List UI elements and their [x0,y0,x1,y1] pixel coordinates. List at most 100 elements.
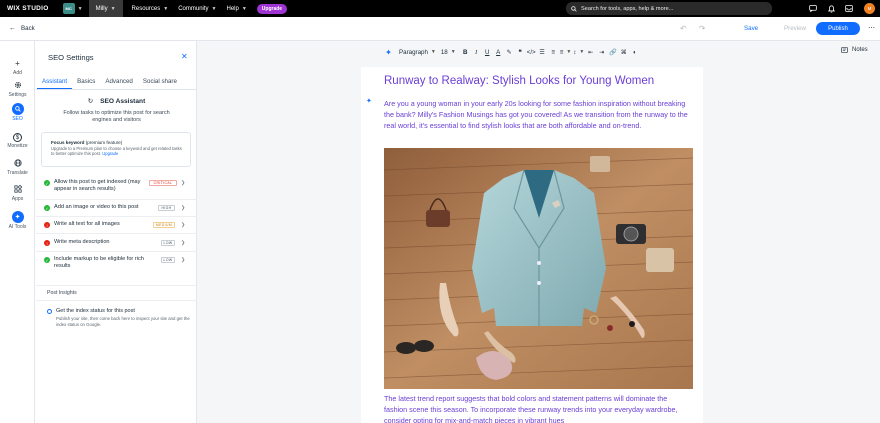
italic-icon[interactable]: I [471,47,482,57]
notes-button[interactable]: Notes [841,47,868,53]
rail-item-label: Monetize [7,143,28,149]
workspace-switcher[interactable]: MC ▼ [57,3,89,14]
upgrade-link[interactable]: Upgrade [102,151,118,156]
line-spacing-icon[interactable]: ↕ ▼ [572,47,585,57]
chevron-right-icon: ❯ [181,240,186,246]
chevron-right-icon: ❯ [181,205,186,211]
quote-icon[interactable]: ❝ [515,47,526,57]
upgrade-button[interactable]: Upgrade [256,3,288,14]
menu-community[interactable]: Community ▼ [173,6,221,12]
chat-icon[interactable] [804,0,822,17]
save-button[interactable]: Save [744,25,758,32]
indent-increase-icon[interactable]: ⇥ [596,47,607,57]
globe-icon [12,157,24,169]
publish-button[interactable]: Publish [816,22,860,35]
dollar-icon: $ [13,133,22,142]
post-hero-image[interactable] [384,148,693,389]
bulleted-list-icon[interactable]: ≡ [548,47,559,57]
alert-icon: ! [44,222,50,228]
font-size-select[interactable]: 18 ▼ [440,47,460,57]
tab-advanced[interactable]: Advanced [100,77,138,89]
rail-item-apps[interactable]: Apps [0,183,35,202]
menu-resources[interactable]: Resources ▼ [127,6,174,12]
sparkle-icon: ✦ [11,211,24,223]
menu-community-label: Community [178,5,209,12]
priority-badge: HIGH [158,205,175,211]
rail-item-settings[interactable]: Settings [0,79,35,98]
seo-checklist: ✓ Allow this post to get indexed (may ap… [36,175,197,278]
rail-item-label: Translate [7,170,28,176]
undo-icon[interactable]: ↶ [680,24,687,33]
tab-basics[interactable]: Basics [72,77,100,89]
checklist-item[interactable]: ! Write alt text for all images MEDIUM ❯ [36,217,197,234]
chevron-right-icon: ❯ [181,222,186,228]
post-body-paragraph[interactable]: The latest trend report suggests that bo… [384,393,690,423]
workspace-badge: MC [62,3,75,14]
chevron-down-icon: ▼ [211,5,217,12]
close-icon[interactable]: ✕ [181,52,188,61]
rail-item-add[interactable]: + Add [0,57,35,77]
check-success-icon: ✓ [44,205,50,211]
indent-decrease-icon[interactable]: ⇤ [585,47,596,57]
rail-item-label: Apps [11,196,24,202]
text-color-icon[interactable]: A [493,47,504,57]
global-search-input[interactable]: Search for tools, apps, help & more... [566,2,772,15]
numbered-list-icon[interactable]: ☰ [537,47,548,57]
seo-settings-panel: SEO Settings ✕ Assistant Basics Advanced… [36,41,197,423]
post-intro-paragraph[interactable]: Are you a young woman in your early 20s … [384,98,690,132]
checklist-item[interactable]: ✓ Include markup to be eligible for rich… [36,252,197,278]
rail-item-label: Settings [8,92,27,98]
site-selector[interactable]: Milly ▼ [88,0,123,17]
ai-sparkle-icon[interactable]: ✦ [383,47,394,57]
paragraph-style-select[interactable]: Paragraph ▼ [398,47,440,57]
highlight-icon[interactable]: ✎ [504,47,515,57]
bold-icon[interactable]: B [460,47,471,57]
priority-badge: CRITICAL [149,180,177,186]
checklist-item-label: Include markup to be eligible for rich r… [54,256,144,269]
post-title[interactable]: Runway to Realway: Stylish Looks for You… [384,75,654,87]
alignment-icon[interactable]: ≡ ▼ [559,47,573,57]
rail-item-seo[interactable]: SEO [0,103,35,122]
wix-studio-logo[interactable]: WIX STUDIO [0,5,57,12]
search-placeholder: Search for tools, apps, help & more... [581,5,674,12]
menu-help[interactable]: Help ▼ [221,6,251,12]
preview-button[interactable]: Preview [784,25,806,32]
rail-item-monetize[interactable]: $ Monetize [0,133,35,149]
arrow-left-icon: ← [9,25,16,32]
premium-note: (premium feature) [85,140,123,145]
rail-item-label: AI Tools [8,224,27,230]
bell-icon[interactable] [822,0,840,17]
focus-keyword-label: Focus keyword [51,140,85,145]
assistant-title: SEO Assistant [100,98,146,105]
redo-icon[interactable]: ↷ [699,24,706,33]
search-icon [571,5,577,12]
priority-badge: LOW [161,257,175,263]
format-icon[interactable]: ⌘ [618,47,629,57]
check-success-icon: ✓ [44,180,50,186]
tab-assistant[interactable]: Assistant [37,77,73,89]
editor-canvas: ✦ Paragraph ▼ 18 ▼ B I U A ✎ ❝ </> ☰ ≡ ≡… [197,41,880,423]
link-icon[interactable]: 🔗 [607,47,618,57]
checklist-item[interactable]: ✓ Allow this post to get indexed (may ap… [36,175,197,200]
circle-toggle-icon[interactable]: ◐ [629,47,640,57]
refresh-icon: ↻ [87,98,94,105]
panel-title: SEO Settings [48,53,94,62]
code-icon[interactable]: </> [526,47,537,57]
paragraph-style-value: Paragraph [399,48,428,56]
user-avatar[interactable]: M [864,3,875,14]
tab-social-share[interactable]: Social share [138,77,182,89]
inbox-icon[interactable] [840,0,858,17]
checklist-item[interactable]: ✓ Add an image or video to this post HIG… [36,200,197,217]
left-rail: + Add Settings SEO $ Monetize Translate … [0,41,35,423]
priority-badge: MEDIUM [153,222,175,228]
rail-item-translate[interactable]: Translate [0,157,35,176]
checklist-item[interactable]: ! Write meta description LOW ❯ [36,234,197,252]
ai-sparkle-icon[interactable]: ✦ [366,97,372,105]
top-bar: WIX STUDIO MC ▼ Milly ▼ Resources ▼ Comm… [0,0,880,17]
gear-icon [12,79,24,91]
rail-item-ai-tools[interactable]: ✦ AI Tools [0,211,35,230]
back-button[interactable]: ← Back [0,25,35,32]
underline-icon[interactable]: U [482,47,493,57]
more-options-icon[interactable]: ⋯ [868,24,875,32]
check-success-icon: ✓ [44,257,50,263]
